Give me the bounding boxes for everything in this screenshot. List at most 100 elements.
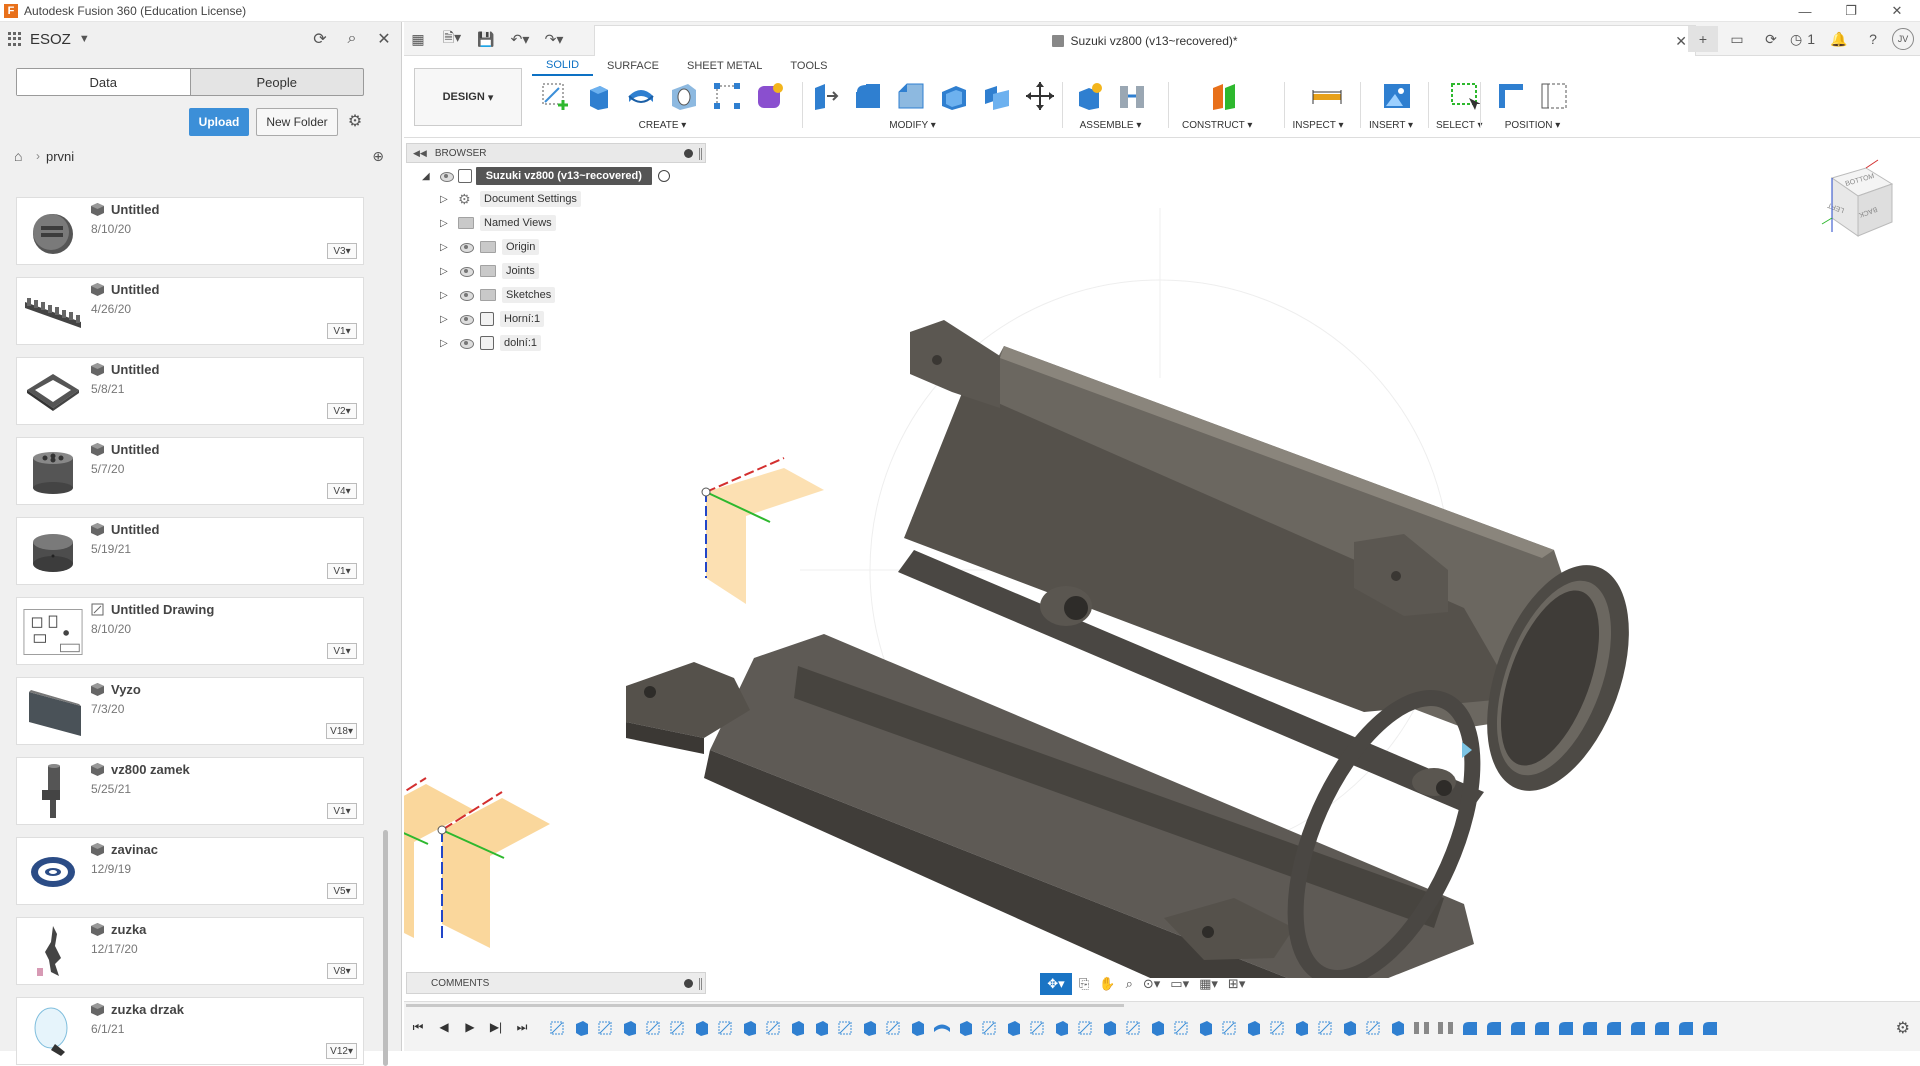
tab-data[interactable]: Data — [17, 69, 191, 95]
timeline-sketch-icon[interactable] — [1364, 1019, 1384, 1037]
expand-triangle-icon[interactable]: ▷ — [440, 194, 452, 205]
expand-triangle-icon[interactable]: ▷ — [440, 242, 452, 253]
tab-tools[interactable]: TOOLS — [776, 56, 841, 76]
browser-root-item[interactable]: ◢ Suzuki vz800 (v13~recovered) — [406, 165, 706, 187]
fit-icon[interactable]: ⊙▾ — [1140, 973, 1163, 995]
browser-item-dolni[interactable]: ▷ dolní:1 — [406, 331, 706, 355]
globe-icon[interactable]: ⊕ — [372, 148, 384, 165]
timeline-sketch-icon[interactable] — [1220, 1019, 1240, 1037]
timeline-extrude-icon[interactable] — [860, 1019, 880, 1037]
timeline-sketch-icon[interactable] — [980, 1019, 1000, 1037]
redo-icon[interactable]: ↷▾ — [540, 26, 568, 52]
go-to-start-icon[interactable]: ⏮ — [412, 1020, 424, 1034]
revolve-icon[interactable] — [624, 79, 658, 113]
step-forward-icon[interactable]: ▶| — [490, 1020, 502, 1034]
browser-item-origin[interactable]: ▷ Origin — [406, 235, 706, 259]
timeline-fillet-icon[interactable] — [1484, 1019, 1504, 1037]
look-at-icon[interactable]: ⎘ — [1076, 973, 1092, 995]
browser-item-joints[interactable]: ▷ Joints — [406, 259, 706, 283]
file-card[interactable]: Vyzo 7/3/20 V18 ▾ — [16, 677, 364, 745]
create-menu[interactable]: CREATE ▾ — [538, 120, 787, 131]
workspace-switcher[interactable]: DESIGN ▾ — [414, 68, 522, 126]
measure-icon[interactable] — [1310, 79, 1344, 113]
version-badge[interactable]: V1 ▾ — [327, 643, 357, 659]
combine-icon[interactable] — [980, 79, 1014, 113]
timeline-extrude-icon[interactable] — [1148, 1019, 1168, 1037]
tab-solid[interactable]: SOLID — [532, 56, 594, 76]
file-card[interactable]: Untitled 5/8/21 V2 ▾ — [16, 357, 364, 425]
timeline-extrude-icon[interactable] — [1244, 1019, 1264, 1037]
expand-triangle-icon[interactable]: ▷ — [440, 218, 452, 229]
assemble-menu[interactable]: ASSEMBLE ▾ — [1072, 120, 1149, 131]
go-to-end-icon[interactable]: ⏭ — [516, 1020, 528, 1034]
visibility-eye-icon[interactable] — [458, 314, 474, 325]
timeline-fillet-icon[interactable] — [1628, 1019, 1648, 1037]
timeline-extrude-icon[interactable] — [1388, 1019, 1408, 1037]
file-card[interactable]: zuzka drzak 6/1/21 V12 ▾ — [16, 997, 364, 1065]
timeline-settings-gear-icon[interactable]: ⚙ — [1896, 1018, 1910, 1038]
create-sketch-icon[interactable] — [538, 79, 572, 113]
chevron-down-icon[interactable]: ▼ — [79, 33, 90, 45]
file-card[interactable]: vz800 zamek 5/25/21 V1 ▾ — [16, 757, 364, 825]
viewcube[interactable]: BOTTOM LEFT BACK — [1812, 158, 1902, 246]
tab-surface[interactable]: SURFACE — [593, 56, 673, 76]
upload-button[interactable]: Upload — [189, 108, 249, 136]
modify-menu[interactable]: MODIFY ▾ — [768, 120, 1057, 131]
timeline-sketch-icon[interactable] — [1316, 1019, 1336, 1037]
panel-grip-icon[interactable] — [699, 148, 702, 160]
timeline-fillet-icon[interactable] — [1556, 1019, 1576, 1037]
version-badge[interactable]: V18 ▾ — [326, 723, 357, 739]
new-tab-icon[interactable]: + — [1688, 26, 1718, 52]
notifications-bell-icon[interactable]: 🔔 — [1824, 26, 1854, 52]
search-icon[interactable]: ⌕ — [341, 28, 363, 50]
timeline-extrude-icon[interactable] — [1004, 1019, 1024, 1037]
file-card[interactable]: Untitled 4/26/20 V1 ▾ — [16, 277, 364, 345]
timeline-sketch-icon[interactable] — [1028, 1019, 1048, 1037]
job-status-icon[interactable]: ◷ 1 — [1790, 26, 1820, 52]
timeline-sketch-icon[interactable] — [1076, 1019, 1096, 1037]
new-component-icon[interactable] — [1072, 79, 1106, 113]
position-menu[interactable]: POSITION ▾ — [1494, 120, 1571, 131]
timeline-extrude-icon[interactable] — [692, 1019, 712, 1037]
display-settings-icon[interactable]: ▭▾ — [1167, 973, 1192, 995]
file-card[interactable]: Untitled 5/7/20 V4 ▾ — [16, 437, 364, 505]
expand-triangle-icon[interactable]: ▷ — [440, 290, 452, 301]
collapse-triangle-icon[interactable]: ◢ — [422, 171, 430, 182]
tab-people[interactable]: People — [191, 69, 364, 95]
timeline-sketch-icon[interactable] — [644, 1019, 664, 1037]
revert-position-icon[interactable] — [1537, 79, 1571, 113]
hole-icon[interactable] — [667, 79, 701, 113]
settings-gear-icon[interactable]: ⚙ — [346, 112, 364, 130]
offset-plane-icon[interactable] — [1208, 79, 1242, 113]
comments-icon[interactable]: ▭ — [1722, 26, 1752, 52]
version-badge[interactable]: V2 ▾ — [327, 403, 357, 419]
timeline-sketch-icon[interactable] — [596, 1019, 616, 1037]
timeline-extrude-icon[interactable] — [740, 1019, 760, 1037]
file-card[interactable]: zavinac 12/9/19 V5 ▾ — [16, 837, 364, 905]
visibility-eye-icon[interactable] — [458, 338, 474, 349]
version-badge[interactable]: V1 ▾ — [327, 323, 357, 339]
file-card[interactable]: Untitled 5/19/21 V1 ▾ — [16, 517, 364, 585]
timeline-extrude-icon[interactable] — [620, 1019, 640, 1037]
step-back-icon[interactable]: ◀ — [438, 1020, 450, 1034]
user-avatar[interactable]: JV — [1892, 28, 1914, 50]
browser-item-sketches[interactable]: ▷ Sketches — [406, 283, 706, 307]
window-select-icon[interactable] — [1448, 79, 1482, 113]
expand-triangle-icon[interactable]: ▷ — [440, 338, 452, 349]
timeline-sketch-icon[interactable] — [548, 1019, 568, 1037]
version-badge[interactable]: V1 ▾ — [327, 803, 357, 819]
minimize-panel-icon[interactable] — [684, 149, 693, 158]
apps-grid-icon[interactable]: ▦ — [404, 26, 432, 52]
orbit-icon[interactable]: ✥▾ — [1040, 973, 1072, 995]
shell-icon[interactable] — [937, 79, 971, 113]
home-icon[interactable]: ⌂ — [14, 149, 30, 163]
visibility-eye-icon[interactable] — [458, 290, 474, 301]
timeline-extrude-icon[interactable] — [1100, 1019, 1120, 1037]
insert-menu[interactable]: INSERT ▾ — [1368, 120, 1414, 131]
visibility-eye-icon[interactable] — [438, 171, 454, 182]
undo-icon[interactable]: ↶▾ — [506, 26, 534, 52]
version-badge[interactable]: V12 ▾ — [326, 1043, 357, 1059]
browser-item-horni[interactable]: ▷ Horní:1 — [406, 307, 706, 331]
document-tab[interactable]: Suzuki vz800 (v13~recovered)* ✕ — [594, 25, 1696, 56]
timeline-joint-icon[interactable] — [1412, 1019, 1432, 1037]
